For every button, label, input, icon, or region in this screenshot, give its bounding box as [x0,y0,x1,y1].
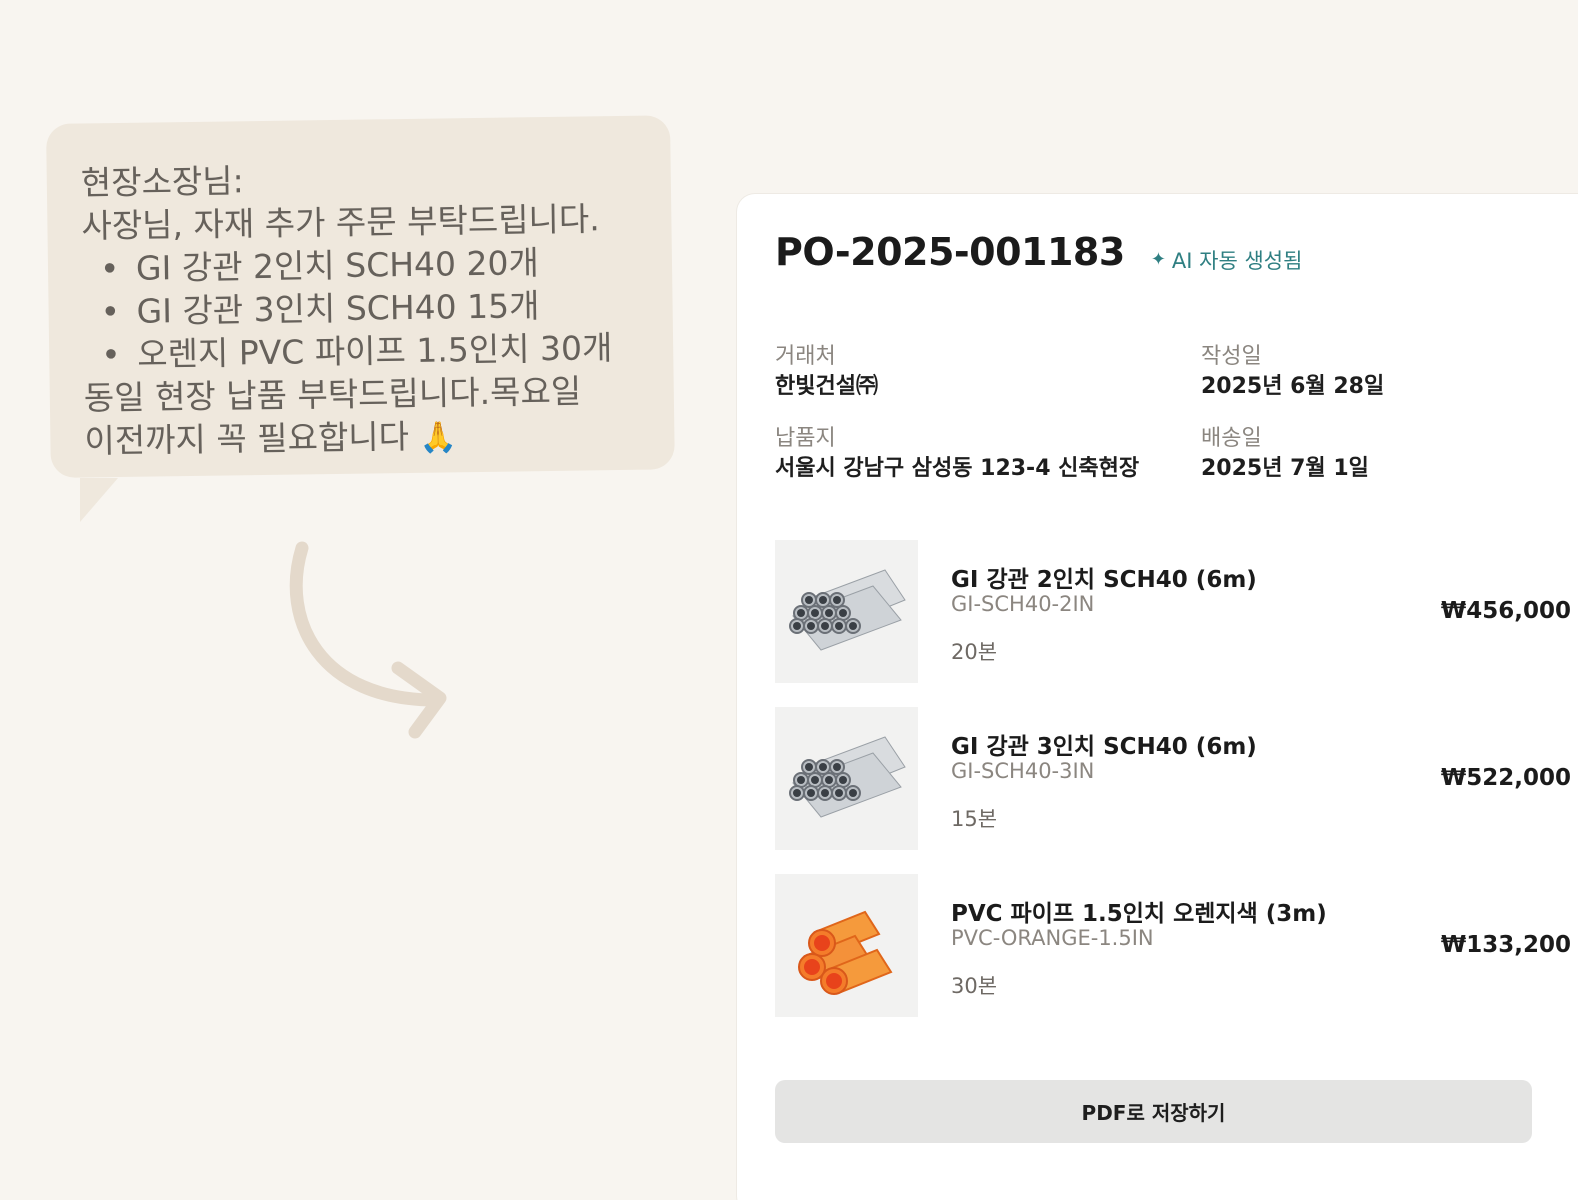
ai-badge-label: AI 자동 생성됨 [1171,248,1303,273]
page: 현장소장님: 사장님, 자재 추가 주문 부탁드립니다. • GI 강관 2인치 … [0,0,1578,1200]
praying-hands-icon: 🙏 [419,420,458,456]
curved-arrow-icon [289,541,447,739]
bullet-icon: • [99,248,120,289]
item-sku: PVC-ORANGE-1.5IN [951,926,1154,950]
chat-closing-line: 이전까지 꼭 필요합니다 🙏 [84,412,645,465]
order-item: GI 강관 2인치 SCH40 (6m) GI-SCH40-2IN 20본 ₩4… [775,540,1571,684]
chat-bubble-tail [80,478,118,522]
item-name: PVC 파이프 1.5인치 오렌지색 (3m) [951,901,1327,927]
item-quantity: 20본 [951,640,998,664]
item-quantity: 30본 [951,974,998,998]
chat-bullet-text: 오렌지 PVC 파이프 1.5인치 30개 [136,328,613,374]
delivery-place-label: 납품지 [775,426,836,451]
delivery-date-label: 배송일 [1201,426,1262,451]
item-price: ₩522,000 [1440,765,1571,791]
chat-bubble: 현장소장님: 사장님, 자재 추가 주문 부탁드립니다. • GI 강관 2인치 … [46,115,675,478]
chat-closing-text: 이전까지 꼭 필요합니다 [84,416,410,461]
steel-pipe-bundle-image [775,707,918,850]
item-sku: GI-SCH40-3IN [951,759,1095,783]
sparkle-icon: ✦ [1150,249,1166,270]
chat-bullet-text: GI 강관 2인치 SCH40 20개 [135,243,540,288]
order-item: GI 강관 3인치 SCH40 (6m) GI-SCH40-3IN 15본 ₩5… [775,707,1571,851]
created-date-label: 작성일 [1201,344,1262,369]
delivery-date-value: 2025년 7월 1일 [1201,456,1369,481]
item-price: ₩456,000 [1440,598,1571,624]
chat-greeting: 사장님, 자재 추가 주문 부탁드립니다. [81,199,600,246]
vendor-label: 거래처 [775,344,836,369]
delivery-place-value: 서울시 강남구 삼성동 123-4 신축현장 [775,456,1140,481]
item-name: GI 강관 2인치 SCH40 (6m) [951,567,1257,593]
item-price: ₩133,200 [1440,932,1571,958]
ai-generated-badge: ✦ AI 자동 생성됨 [1151,245,1303,275]
orange-pvc-pipes-image [775,874,918,1017]
vendor-value: 한빛건설㈜ [775,374,878,399]
order-item: PVC 파이프 1.5인치 오렌지색 (3m) PVC-ORANGE-1.5IN… [775,874,1571,1018]
item-sku: GI-SCH40-2IN [951,592,1095,616]
save-pdf-button[interactable]: PDF로 저장하기 [775,1080,1532,1143]
purchase-order-card: PO-2025-001183 ✦ AI 자동 생성됨 거래처 한빛건설㈜ 작성일… [737,194,1578,1200]
item-quantity: 15본 [951,807,998,831]
po-number: PO-2025-001183 [775,230,1125,274]
created-date-value: 2025년 6월 28일 [1201,374,1385,399]
po-header: PO-2025-001183 ✦ AI 자동 생성됨 [775,230,1302,275]
steel-pipe-bundle-image [775,540,918,683]
bullet-icon: • [100,291,121,332]
chat-closing-line: 동일 현장 납품 부탁드립니다.목요일 [83,371,582,418]
item-name: GI 강관 3인치 SCH40 (6m) [951,734,1257,760]
chat-bullet-text: GI 강관 3인치 SCH40 15개 [136,286,540,331]
bullet-icon: • [100,334,121,375]
